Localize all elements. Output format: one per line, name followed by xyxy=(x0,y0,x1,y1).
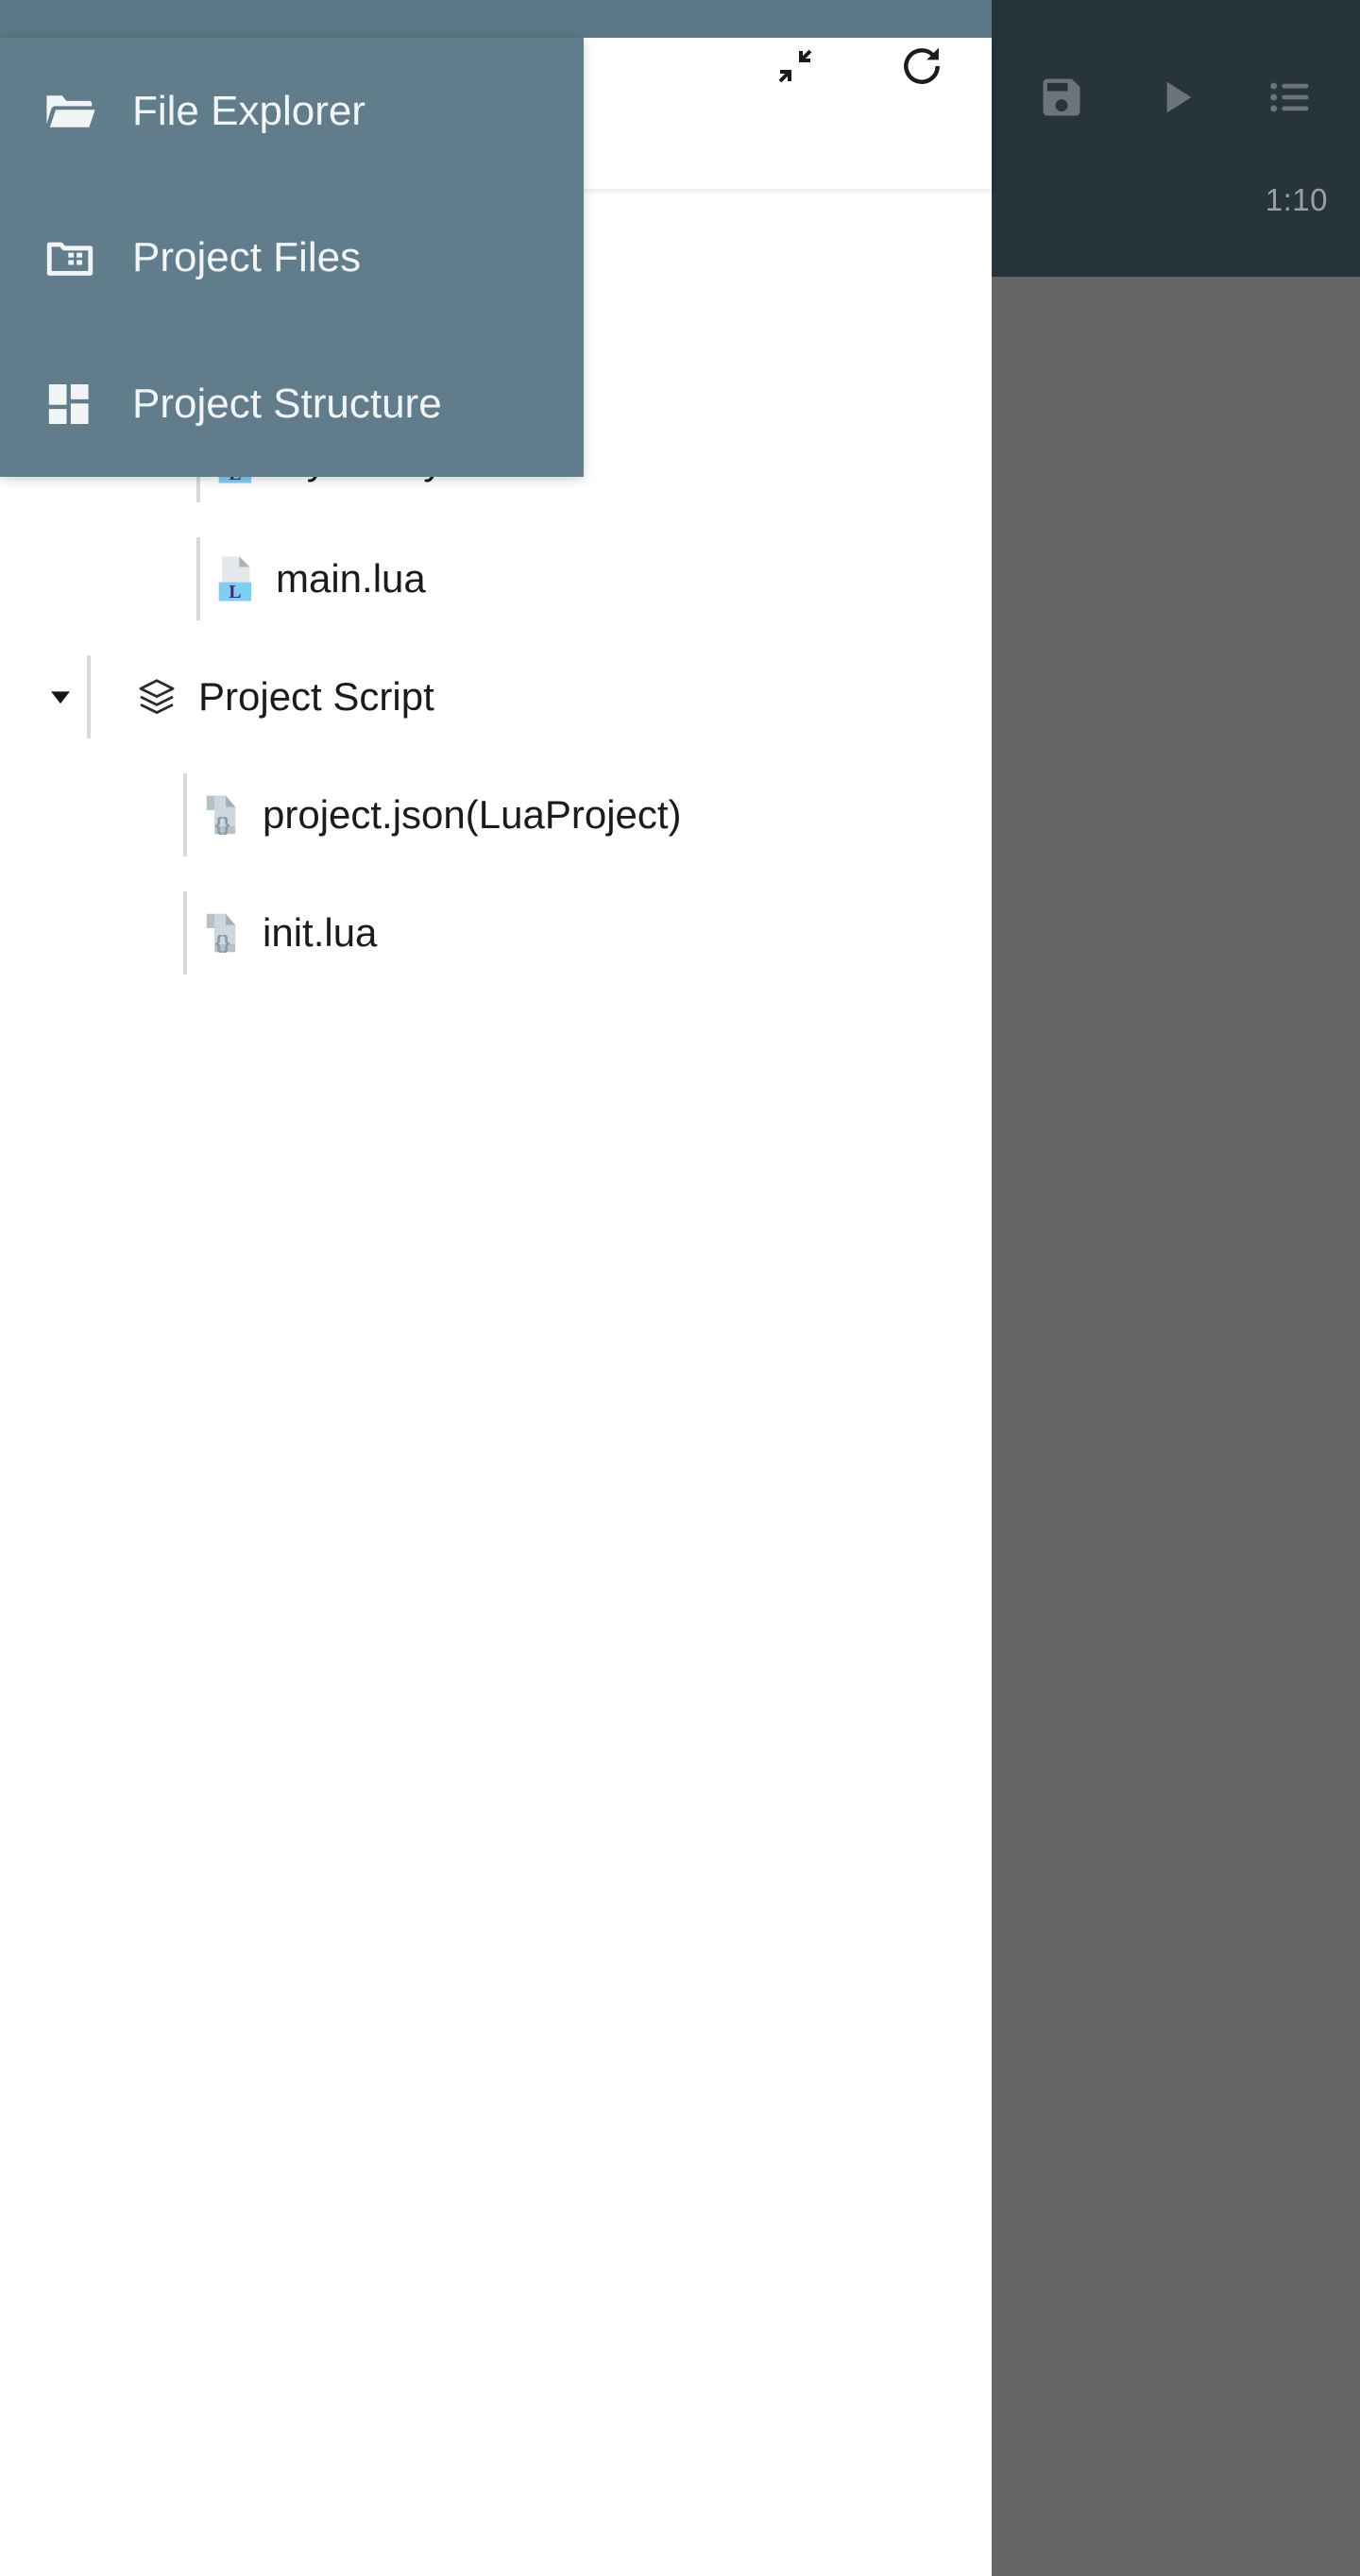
menu-item-label: File Explorer xyxy=(132,87,366,134)
log-button[interactable] xyxy=(1251,59,1329,136)
menu-item-project-structure[interactable]: Project Structure xyxy=(0,330,584,477)
player-time: 1:10 xyxy=(1265,182,1328,217)
collapse-all-button[interactable] xyxy=(765,36,825,96)
tree-row[interactable]: {} init.lua xyxy=(0,873,992,991)
layers-icon xyxy=(123,663,191,731)
refresh-icon xyxy=(904,47,940,84)
tree-row[interactable]: Project Script xyxy=(0,637,992,755)
save-floppy-icon xyxy=(1043,78,1080,116)
explorer-toolbar xyxy=(765,36,952,96)
tree-row-label: project.json(LuaProject) xyxy=(263,791,682,837)
tree-row[interactable]: {} project.json(LuaProject) xyxy=(0,755,992,873)
menu-item-label: Project Structure xyxy=(132,380,442,427)
refresh-button[interactable] xyxy=(892,36,952,96)
view-switcher-menu: File Explorer Project Files Project Stru… xyxy=(0,38,584,477)
tree-row-label: main.lua xyxy=(276,555,426,601)
menu-item-file-explorer[interactable]: File Explorer xyxy=(0,38,584,184)
json-file-icon: {} xyxy=(187,781,255,849)
json-file-icon: {} xyxy=(187,899,255,967)
svg-text:{}: {} xyxy=(215,932,230,953)
player-toolbar: 1:10 xyxy=(992,0,1360,277)
tree-guide-line xyxy=(87,654,91,738)
tree-row[interactable]: L main.lua xyxy=(0,519,992,637)
list-icon xyxy=(1269,82,1309,112)
tree-row-label: Project Script xyxy=(198,673,434,719)
folder-table-icon xyxy=(32,220,108,296)
menu-item-label: Project Files xyxy=(132,233,362,280)
svg-text:{}: {} xyxy=(215,814,230,835)
chevron-down-icon[interactable] xyxy=(34,681,87,713)
preview-column: 1:10 xyxy=(992,0,1360,2576)
play-icon xyxy=(1166,81,1192,113)
collapse-icon xyxy=(778,49,812,83)
lua-file-icon: L xyxy=(200,545,268,613)
save-button[interactable] xyxy=(1023,59,1100,136)
folder-open-icon xyxy=(32,74,108,149)
player-button-group xyxy=(992,55,1360,140)
tree-row-label: init.lua xyxy=(263,909,378,955)
dashboard-grid-icon xyxy=(32,366,108,442)
run-button[interactable] xyxy=(1137,59,1215,136)
app-root: 1:10 File Explorer xyxy=(0,0,1360,2576)
menu-top-strip xyxy=(0,0,992,38)
menu-item-project-files[interactable]: Project Files xyxy=(0,184,584,330)
preview-surface[interactable] xyxy=(992,277,1360,2576)
svg-text:L: L xyxy=(229,581,241,602)
